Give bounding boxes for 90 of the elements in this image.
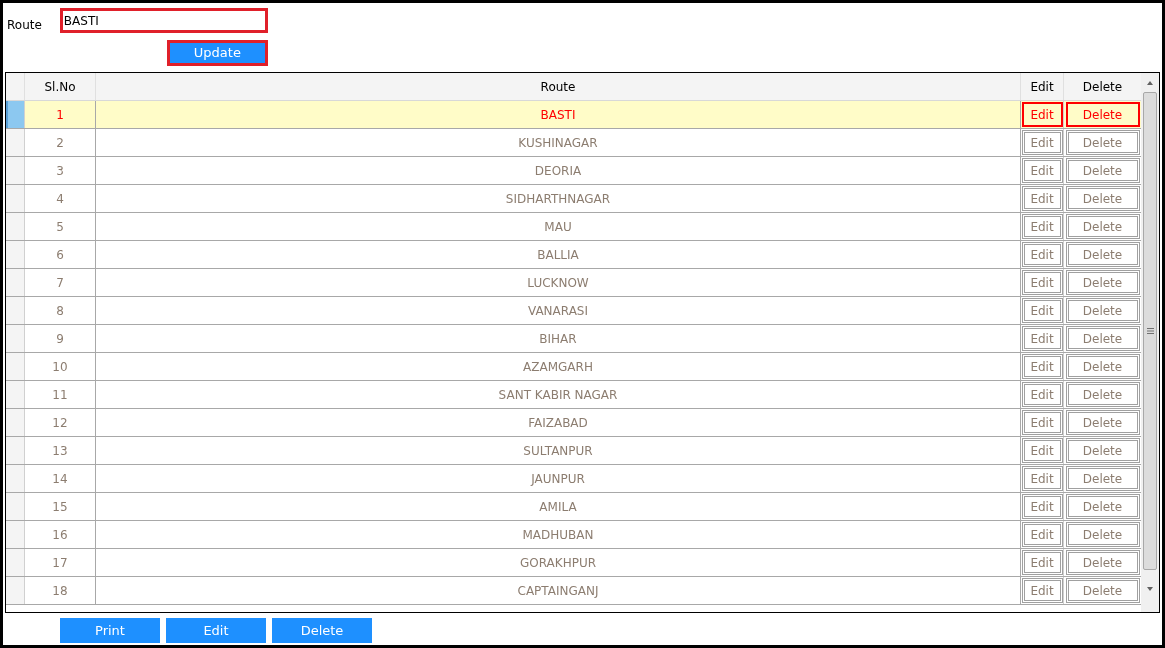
table-cell: 7	[25, 269, 96, 296]
table-cell: SIDHARTHNAGAR	[96, 185, 1021, 212]
column-header: Sl.No	[25, 73, 96, 100]
table-cell: LUCKNOW	[96, 269, 1021, 296]
table-cell: MADHUBAN	[96, 521, 1021, 548]
row-header	[6, 269, 25, 296]
table-row[interactable]: 11 SANT KABIR NAGAR Edit Delete	[6, 381, 1141, 409]
row-header	[6, 577, 25, 604]
table-cell: 10	[25, 353, 96, 380]
table-row[interactable]: 6 BALLIA Edit Delete	[6, 241, 1141, 269]
table-cell: BASTI	[96, 101, 1021, 128]
table-row[interactable]: 9 BIHAR Edit Delete	[6, 325, 1141, 353]
table-cell: 5	[25, 213, 96, 240]
table-cell: 18	[25, 577, 96, 604]
table-row[interactable]: 5 MAU Edit Delete	[6, 213, 1141, 241]
table-cell: 9	[25, 325, 96, 352]
row-header	[6, 353, 25, 380]
row-header	[6, 241, 25, 268]
table-cell: 1	[25, 101, 96, 128]
table-cell: SANT KABIR NAGAR	[96, 381, 1021, 408]
row-header	[6, 157, 25, 184]
delete-button[interactable]: Delete	[1065, 578, 1140, 603]
scroll-up-icon[interactable]	[1147, 81, 1153, 85]
row-header	[6, 129, 25, 156]
row-header	[6, 437, 25, 464]
table-cell: 15	[25, 493, 96, 520]
table-cell: KUSHINAGAR	[96, 129, 1021, 156]
grip-icon	[1146, 328, 1154, 334]
row-header	[6, 465, 25, 492]
table-row[interactable]: 15 AMILA Edit Delete	[6, 493, 1141, 521]
table-cell: FAIZABAD	[96, 409, 1021, 436]
table-cell: DEORIA	[96, 157, 1021, 184]
edit-button[interactable]: Edit	[1021, 102, 1063, 127]
table-cell: BALLIA	[96, 241, 1021, 268]
table-cell: 14	[25, 465, 96, 492]
table-cell: SULTANPUR	[96, 437, 1021, 464]
row-header	[6, 493, 25, 520]
row-header	[6, 325, 25, 352]
column-header: Edit	[1021, 73, 1064, 100]
edit-button[interactable]: Edit	[1021, 578, 1063, 603]
table-row[interactable]: 17 GORAKHPUR Edit Delete	[6, 549, 1141, 577]
table-row[interactable]: 12 FAIZABAD Edit Delete	[6, 409, 1141, 437]
update-button[interactable]: Update	[166, 40, 268, 66]
row-header	[6, 409, 25, 436]
table-cell: 12	[25, 409, 96, 436]
table-cell: BIHAR	[96, 325, 1021, 352]
table-cell: AMILA	[96, 493, 1021, 520]
table-cell: 3	[25, 157, 96, 184]
column-header: Route	[96, 73, 1021, 100]
table-cell: GORAKHPUR	[96, 549, 1021, 576]
action-button[interactable]: Delete	[272, 618, 372, 643]
table-row[interactable]: 14 JAUNPUR Edit Delete	[6, 465, 1141, 493]
table-row[interactable]: 10 AZAMGARH Edit Delete	[6, 353, 1141, 381]
table-cell: 6	[25, 241, 96, 268]
row-header	[6, 297, 25, 324]
table-row[interactable]: 1 BASTI Edit Delete	[6, 101, 1141, 129]
table-cell: 16	[25, 521, 96, 548]
action-button[interactable]: Print	[60, 618, 160, 643]
table-row[interactable]: 8 VANARASI Edit Delete	[6, 297, 1141, 325]
scroll-thumb[interactable]	[1143, 92, 1157, 570]
row-header	[6, 549, 25, 576]
table-row[interactable]: 13 SULTANPUR Edit Delete	[6, 437, 1141, 465]
row-header	[6, 521, 25, 548]
table-cell: CAPTAINGANJ	[96, 577, 1021, 604]
column-header: Delete	[1081, 78, 1124, 96]
table-cell: MAU	[96, 213, 1021, 240]
table-row[interactable]: 2 KUSHINAGAR Edit Delete	[6, 129, 1141, 157]
table-cell: AZAMGARH	[96, 353, 1021, 380]
row-header	[6, 213, 25, 240]
route-input[interactable]: BASTI	[59, 8, 268, 33]
delete-button[interactable]: Delete	[1065, 102, 1140, 127]
table-cell: 13	[25, 437, 96, 464]
table-cell: 4	[25, 185, 96, 212]
row-header	[6, 185, 25, 212]
table-cell: VANARASI	[96, 297, 1021, 324]
scroll-down-icon[interactable]	[1147, 587, 1153, 591]
table-row[interactable]: 3 DEORIA Edit Delete	[6, 157, 1141, 185]
table-row[interactable]: 4 SIDHARTHNAGAR Edit Delete	[6, 185, 1141, 213]
row-header	[6, 381, 25, 408]
action-button[interactable]: Edit	[166, 618, 266, 643]
table-cell: 2	[25, 129, 96, 156]
table-cell: 8	[25, 297, 96, 324]
table-row[interactable]: 16 MADHUBAN Edit Delete	[6, 521, 1141, 549]
scrollbar[interactable]	[1141, 73, 1159, 612]
table-cell: 11	[25, 381, 96, 408]
table-cell: JAUNPUR	[96, 465, 1021, 492]
table-row[interactable]: 18 CAPTAINGANJ Edit Delete	[6, 577, 1141, 605]
route-label: Route	[7, 17, 42, 32]
table-row[interactable]: 7 LUCKNOW Edit Delete	[6, 269, 1141, 297]
table-cell: 17	[25, 549, 96, 576]
